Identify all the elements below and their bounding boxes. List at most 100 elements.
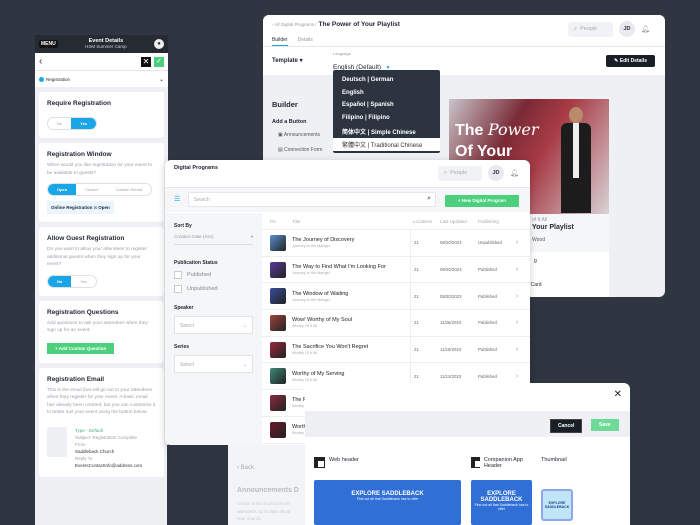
series-label: Series — [174, 344, 190, 350]
people-search[interactable]: ⌕ People — [568, 21, 613, 37]
check-icon[interactable]: ✓ — [154, 56, 164, 67]
status-is: is — [93, 205, 98, 210]
language-option[interactable]: 简体中文 | Simple Chinese — [333, 125, 440, 138]
tab-details[interactable]: Details — [298, 37, 313, 46]
program-series: Worthy Of It All — [292, 351, 318, 356]
layout-icon — [471, 457, 481, 468]
program-locations: 21 — [410, 283, 440, 310]
program-thumbnail — [262, 421, 292, 438]
event-subtitle: HSM Summer Camp — [85, 44, 127, 49]
menu-button[interactable]: MENU — [39, 40, 58, 48]
option-closed[interactable]: Closed — [76, 184, 106, 195]
program-status: Published — [478, 267, 497, 273]
chevron-right-icon[interactable]: › — [516, 319, 526, 326]
chevron-right-icon[interactable]: › — [516, 346, 526, 353]
program-title: The Way to Find What I'm Looking For — [292, 264, 386, 271]
announcements-button[interactable]: ▣ Announcements — [278, 132, 322, 138]
published-checkbox[interactable]: Published — [174, 271, 253, 279]
card-title: Allow Guest Registration — [47, 235, 125, 242]
option-custom-period[interactable]: Custom Period — [107, 184, 151, 195]
cancel-button[interactable]: Cancel — [550, 419, 583, 433]
filter-icon[interactable]: ☰ — [174, 195, 180, 203]
avatar-icon[interactable]: ● — [154, 39, 164, 49]
program-status: Published — [478, 293, 497, 299]
reply-value: EventsContactInfo@address.com — [75, 462, 143, 468]
unpublished-checkbox[interactable]: Unpublished — [174, 285, 253, 293]
language-option[interactable]: Filipino | Filipino — [333, 113, 440, 126]
builder-heading: Builder — [272, 100, 298, 109]
chevron-right-icon[interactable]: › — [516, 266, 526, 273]
back-arrow-icon[interactable]: ‹ — [39, 56, 138, 67]
option-open[interactable]: Open — [48, 184, 77, 195]
bell-icon[interactable]: 🔔︎ — [510, 169, 519, 177]
language-option[interactable]: English — [333, 88, 440, 101]
email-preview-thumbnail[interactable] — [47, 426, 67, 457]
edit-details-button[interactable]: ✎ Edit Details — [606, 55, 655, 67]
avatar[interactable]: JD — [488, 165, 504, 181]
title-fragment: Your Playlist — [532, 224, 574, 231]
registration-status: Online Registration is Open — [47, 201, 114, 214]
back-link[interactable]: ‹ Back — [237, 465, 254, 471]
column-pic[interactable]: Pic — [262, 219, 292, 224]
require-toggle: No Yes — [47, 117, 98, 130]
event-details-panel: MENU Event Details HSM Summer Camp ● ‹ ✕ … — [35, 35, 168, 525]
table-row[interactable]: The Journey of Discovery Journey to the M… — [262, 230, 530, 257]
program-status: Published — [478, 347, 497, 353]
page-title: The Power of Your Playlist — [318, 21, 400, 28]
series-select[interactable]: Select ⌄ — [174, 355, 253, 373]
publication-status-label: Publication Status — [174, 260, 218, 266]
companion-header-image[interactable]: EXPLORE SADDLEBACK Find out all that Sadd… — [471, 480, 532, 525]
avatar[interactable]: JD — [619, 21, 635, 37]
close-icon[interactable]: ✕ — [141, 56, 151, 67]
companion-header-label: Companion App Header — [471, 457, 531, 469]
speaker-select[interactable]: Select ⌄ — [174, 316, 253, 334]
table-row[interactable]: The Way to Find What I'm Looking For Jour… — [262, 256, 530, 284]
program-thumbnail — [262, 314, 292, 331]
chevron-right-icon[interactable]: › — [516, 239, 526, 246]
language-option[interactable]: Español | Spanish — [333, 100, 440, 113]
tab-builder[interactable]: Builder — [272, 37, 288, 46]
button-label: Announcements — [283, 132, 320, 138]
thumbnail-label: Thumbnail — [541, 457, 567, 463]
program-series: Journey to the Manger — [292, 244, 330, 249]
template-dropdown[interactable]: Template ▾ — [272, 57, 303, 64]
column-locations[interactable]: Locations — [410, 219, 440, 224]
breadcrumb-parent-link[interactable]: ‹ All Digital Programs / — [272, 22, 317, 27]
status-value: Open — [98, 205, 110, 210]
chevron-right-icon[interactable]: › — [516, 293, 526, 300]
web-header-image[interactable]: EXPLORE SADDLEBACK Find out all that Sadd… — [314, 480, 461, 525]
column-last-updated[interactable]: Last Updated — [440, 219, 478, 224]
column-title[interactable]: Title — [292, 219, 410, 224]
sort-select[interactable]: Creation Date (Asc) ▾ — [174, 234, 253, 245]
language-option-hovered[interactable]: 繁體中文 | Traditional Chinese — [333, 137, 440, 151]
window-toggle: Open Closed Custom Period — [47, 183, 153, 196]
row-fragment[interactable]: g — [534, 258, 537, 264]
option-yes[interactable]: Yes — [71, 276, 96, 287]
section-selector[interactable]: Registration ⌄ — [35, 70, 168, 87]
bell-icon[interactable]: 🔔︎ — [641, 25, 650, 33]
search-icon: ⌕ — [444, 169, 448, 176]
new-digital-program-button[interactable]: + New Digital Program — [445, 195, 519, 207]
table-row[interactable]: The Sacrifice You Won't Regret Worthy Of … — [262, 336, 530, 364]
connection-form-button[interactable]: ▤ Connection Form — [278, 147, 322, 153]
program-search-input[interactable]: Search ⌕ — [188, 192, 436, 207]
people-search[interactable]: ⌕ People — [438, 165, 482, 181]
add-custom-question-button[interactable]: + Add Custom Question — [47, 342, 115, 354]
program-status: Published — [478, 373, 497, 379]
save-button[interactable]: Save — [591, 419, 619, 431]
program-series: Worthy Of It All — [292, 324, 318, 329]
language-dropdown-menu: Deutsch | German English Español | Spani… — [333, 70, 440, 153]
table-row[interactable]: Wow! Worthy of My Soul Worthy Of It All 21… — [262, 310, 530, 337]
option-yes[interactable]: Yes — [71, 118, 97, 129]
option-no[interactable]: No — [48, 118, 71, 129]
chevron-right-icon[interactable]: › — [516, 373, 526, 380]
program-title-cell: The Sacrifice You Won't Regret Worthy Of … — [292, 344, 410, 355]
program-title-cell: The Journey of Discovery Journey to the M… — [292, 237, 410, 248]
table-row[interactable]: The Window of Waiting Journey to the Mang… — [262, 283, 530, 311]
close-icon[interactable]: ✕ — [614, 389, 622, 400]
section-label: Registration — [46, 76, 71, 82]
column-publishing[interactable]: Publishing — [478, 219, 516, 224]
language-option[interactable]: Deutsch | German — [333, 75, 440, 88]
thumbnail-image[interactable]: EXPLORE SADDLEBACK — [541, 489, 573, 521]
option-no[interactable]: No — [48, 275, 72, 287]
